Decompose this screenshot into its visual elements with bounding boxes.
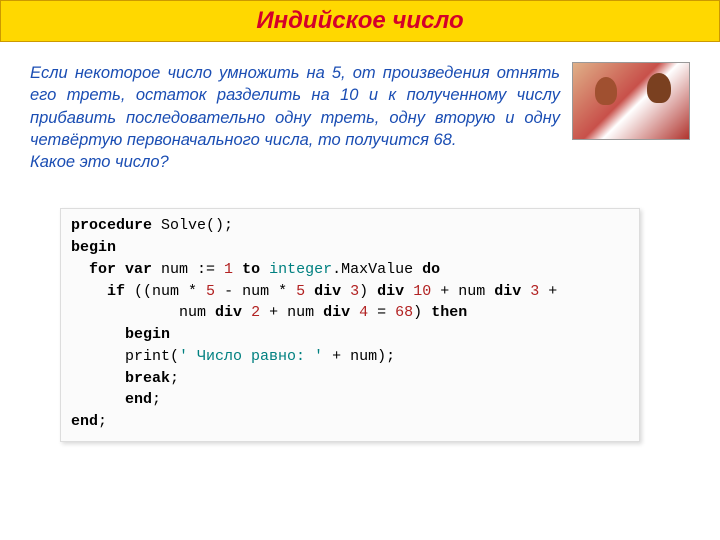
- num-4: 4: [359, 304, 368, 321]
- kw-begin: begin: [71, 239, 116, 256]
- num-5: 5: [206, 283, 215, 300]
- code-t: ): [359, 283, 377, 300]
- code-t: [341, 283, 350, 300]
- problem-text: Если некоторое число умножить на 5, от п…: [30, 62, 560, 173]
- code-t: ;: [98, 413, 107, 430]
- code-t: print(: [71, 348, 179, 365]
- num-10: 10: [413, 283, 431, 300]
- code-t: ((num *: [125, 283, 206, 300]
- kw-div: div: [377, 283, 404, 300]
- code-t: + num: [260, 304, 323, 321]
- kw-if: if: [107, 283, 125, 300]
- code-t: [350, 304, 359, 321]
- code-t: ;: [152, 391, 161, 408]
- code-t: .MaxValue: [332, 261, 422, 278]
- code-t: [404, 283, 413, 300]
- code-t: ): [413, 304, 431, 321]
- num-1: 1: [224, 261, 233, 278]
- code-t: [71, 391, 125, 408]
- code-t: ;: [170, 370, 179, 387]
- code-t: num :=: [152, 261, 224, 278]
- kw-begin: begin: [125, 326, 170, 343]
- code-block: procedure Solve(); begin for var num := …: [60, 208, 640, 442]
- code-t: - num *: [215, 283, 296, 300]
- kw-to: to: [242, 261, 260, 278]
- code-t: =: [368, 304, 395, 321]
- page-title: Индийское число: [256, 7, 463, 34]
- problem-body: Если некоторое число умножить на 5, от п…: [30, 64, 560, 149]
- code-t: [233, 261, 242, 278]
- code-t: [71, 326, 125, 343]
- code-t: [260, 261, 269, 278]
- code-t: +: [539, 283, 557, 300]
- code-t: [71, 283, 107, 300]
- type-integer: integer: [269, 261, 332, 278]
- code-t: num: [71, 304, 215, 321]
- string-literal: ' Число равно: ': [179, 348, 323, 365]
- code-t: [305, 283, 314, 300]
- code-t: + num: [431, 283, 494, 300]
- kw-break: break: [125, 370, 170, 387]
- illustration-photo: [572, 62, 690, 140]
- num-3: 3: [350, 283, 359, 300]
- code-t: Solve();: [152, 217, 233, 234]
- code-t: [242, 304, 251, 321]
- kw-div: div: [494, 283, 521, 300]
- code-t: [71, 370, 125, 387]
- problem-section: Если некоторое число умножить на 5, от п…: [0, 42, 720, 183]
- kw-for-var: for var: [89, 261, 152, 278]
- num-68: 68: [395, 304, 413, 321]
- kw-end: end: [125, 391, 152, 408]
- kw-div: div: [323, 304, 350, 321]
- code-t: + num);: [323, 348, 395, 365]
- title-band: Индийское число: [0, 0, 720, 42]
- kw-div: div: [314, 283, 341, 300]
- code-t: [71, 261, 89, 278]
- kw-div: div: [215, 304, 242, 321]
- kw-then: then: [431, 304, 467, 321]
- code-t: [521, 283, 530, 300]
- kw-procedure: procedure: [71, 217, 152, 234]
- num-3: 3: [530, 283, 539, 300]
- kw-end: end: [71, 413, 98, 430]
- problem-question: Какое это число?: [30, 153, 169, 171]
- num-2: 2: [251, 304, 260, 321]
- kw-do: do: [422, 261, 440, 278]
- num-5: 5: [296, 283, 305, 300]
